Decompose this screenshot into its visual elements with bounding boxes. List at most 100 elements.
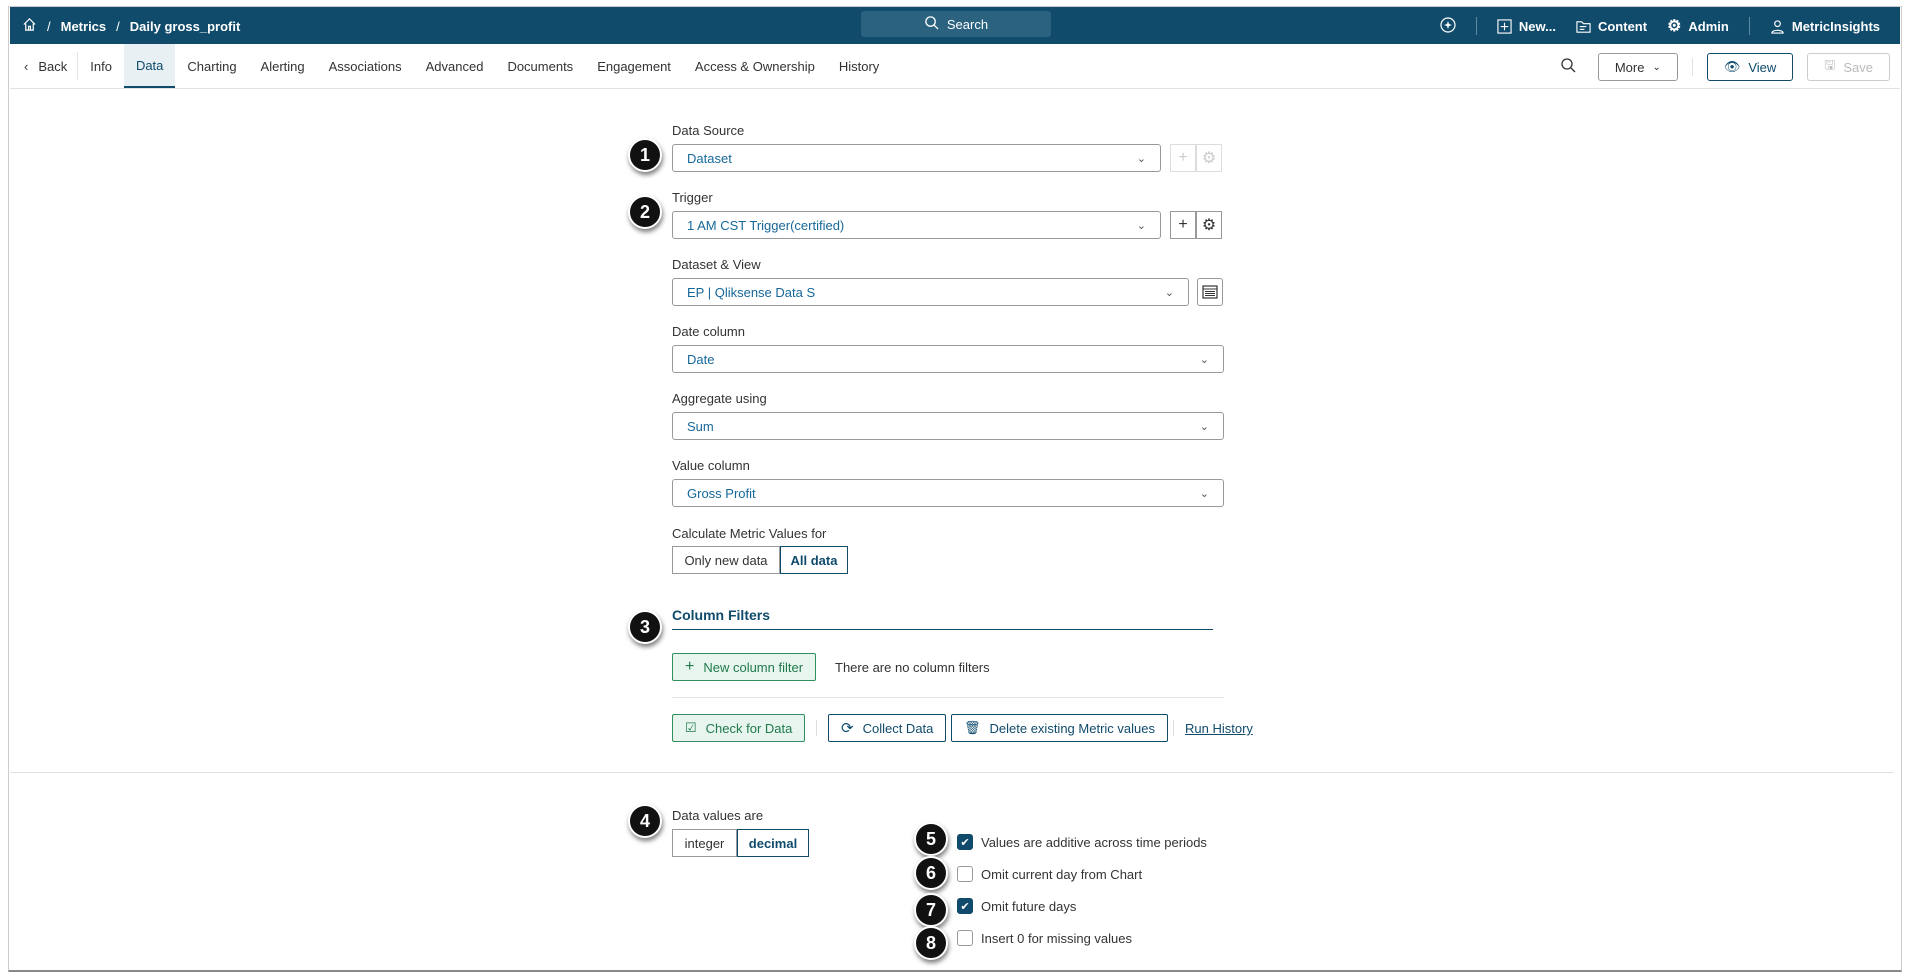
tab-engagement[interactable]: Engagement	[585, 44, 683, 88]
new-column-filter-button[interactable]: + New column filter	[672, 653, 817, 681]
aggregate-select[interactable]: Sum ⌄	[672, 412, 1224, 440]
omit-future-days-checkbox[interactable]: ✔	[957, 898, 973, 914]
chevron-down-icon: ⌄	[1199, 420, 1209, 433]
aggregate-label: Aggregate using	[672, 391, 767, 406]
aggregate-value: Sum	[687, 418, 714, 434]
breadcrumb-metrics[interactable]: Metrics	[61, 19, 107, 34]
ai-sparkle-icon[interactable]	[1440, 16, 1456, 36]
additive-label: Values are additive across time periods	[981, 835, 1207, 850]
table-icon[interactable]	[1197, 278, 1223, 306]
plus-icon: +	[685, 658, 695, 675]
view-label: View	[1748, 59, 1777, 75]
data-values-toggle: integer decimal	[672, 829, 809, 857]
no-filters-text: There are no column filters	[835, 660, 990, 675]
save-button[interactable]: 🖫 Save	[1807, 53, 1890, 81]
trigger-value: 1 AM CST Trigger(certified)	[687, 217, 845, 233]
data-values-label: Data values are	[672, 808, 764, 823]
data-source-value: Dataset	[687, 150, 732, 166]
date-column-select[interactable]: Date ⌄	[672, 345, 1224, 373]
user-menu[interactable]: MetricInsights	[1770, 19, 1880, 34]
gear-icon: ⚙	[1667, 18, 1682, 35]
dataset-view-label: Dataset & View	[672, 257, 761, 272]
step-badge-3: 3	[628, 610, 662, 644]
omit-current-day-label: Omit current day from Chart	[981, 867, 1143, 882]
date-column-label: Date column	[672, 324, 745, 339]
delete-metric-values-button[interactable]: 🗑 Delete existing Metric values	[951, 714, 1168, 742]
trash-icon: 🗑	[964, 720, 981, 735]
check-for-data-label: Check for Data	[705, 720, 793, 736]
folder-icon	[1576, 20, 1591, 33]
tab-charting[interactable]: Charting	[175, 44, 248, 88]
tab-alerting[interactable]: Alerting	[249, 44, 317, 88]
floppy-icon: 🖫	[1824, 57, 1836, 72]
chevron-down-icon: ⌄	[1652, 61, 1661, 73]
breadcrumb-current: Daily gross_profit	[129, 18, 241, 34]
chevron-left-icon: ‹	[24, 58, 29, 74]
heading-underline	[672, 629, 1213, 630]
tab-documents[interactable]: Documents	[495, 44, 585, 88]
search-icon	[924, 15, 939, 33]
refresh-icon: ⟳	[841, 720, 854, 737]
omit-future-days-label: Omit future days	[981, 899, 1077, 914]
content-button[interactable]: Content	[1576, 19, 1647, 34]
tab-history[interactable]: History	[827, 44, 891, 88]
tab-data[interactable]: Data	[123, 44, 176, 88]
tab-associations[interactable]: Associations	[317, 44, 414, 88]
option-decimal[interactable]: decimal	[737, 829, 809, 857]
section-divider	[10, 772, 1894, 773]
tab-advanced[interactable]: Advanced	[414, 44, 496, 88]
tab-info[interactable]: Info	[78, 44, 124, 88]
omit-current-day-checkbox[interactable]	[957, 866, 973, 882]
search-icon[interactable]	[1560, 57, 1576, 78]
add-trigger-button[interactable]: +	[1170, 211, 1196, 239]
more-button[interactable]: More ⌄	[1597, 53, 1678, 81]
additive-checkbox[interactable]: ✔	[957, 834, 973, 850]
insert-zero-label: Insert 0 for missing values	[981, 931, 1133, 946]
option-only-new-data[interactable]: Only new data	[672, 546, 780, 574]
back-button[interactable]: ‹ Back	[10, 52, 79, 80]
breadcrumb-separator: /	[47, 18, 51, 34]
divider	[1748, 17, 1750, 35]
add-data-source-button[interactable]: +	[1170, 144, 1196, 172]
view-button[interactable]: 👁 View	[1706, 53, 1794, 81]
chevron-down-icon: ⌄	[1199, 353, 1209, 366]
top-header: / Metrics / Daily gross_profit Search Ne…	[10, 7, 1900, 44]
admin-button[interactable]: ⚙ Admin	[1667, 16, 1729, 36]
value-column-label: Value column	[672, 458, 750, 473]
gear-icon[interactable]: ⚙	[1196, 211, 1222, 239]
user-icon	[1771, 19, 1784, 34]
chevron-down-icon: ⌄	[1164, 286, 1174, 299]
data-source-select[interactable]: Dataset ⌄	[672, 144, 1161, 172]
tab-access-ownership[interactable]: Access & Ownership	[683, 44, 827, 88]
new-button[interactable]: New...	[1497, 19, 1556, 34]
data-source-label: Data Source	[672, 123, 745, 138]
check-for-data-button[interactable]: ☑ Check for Data	[672, 714, 806, 742]
gear-icon[interactable]: ⚙	[1196, 144, 1222, 172]
content-label: Content	[1597, 18, 1648, 34]
value-column-value: Gross Profit	[687, 485, 756, 501]
back-label: Back	[38, 58, 68, 74]
insert-zero-checkbox[interactable]	[957, 930, 973, 946]
step-badge-1: 1	[628, 138, 662, 172]
tab-bar: ‹ Back Info Data Charting Alerting Associ…	[10, 44, 1900, 89]
divider	[672, 697, 1224, 698]
divider	[1691, 58, 1693, 76]
search-button[interactable]: Search	[861, 11, 1051, 37]
collect-data-button[interactable]: ⟳ Collect Data	[828, 714, 947, 742]
step-badge-4: 4	[628, 804, 662, 838]
trigger-select[interactable]: 1 AM CST Trigger(certified) ⌄	[672, 211, 1161, 239]
run-history-link[interactable]: Run History	[1185, 721, 1253, 736]
admin-label: Admin	[1688, 18, 1729, 34]
option-all-data[interactable]: All data	[780, 546, 848, 574]
value-column-select[interactable]: Gross Profit ⌄	[672, 479, 1224, 507]
home-icon[interactable]	[22, 17, 37, 35]
chevron-down-icon: ⌄	[1136, 219, 1146, 232]
breadcrumb: / Metrics / Daily gross_profit	[22, 17, 240, 35]
dataset-view-select[interactable]: EP | Qliksense Data S ⌄	[672, 278, 1189, 306]
date-column-value: Date	[687, 351, 715, 367]
new-column-filter-label: New column filter	[703, 659, 804, 675]
calculate-label: Calculate Metric Values for	[672, 526, 827, 541]
option-integer[interactable]: integer	[672, 829, 737, 857]
user-label: MetricInsights	[1791, 18, 1880, 34]
column-filters-heading: Column Filters	[672, 607, 771, 623]
